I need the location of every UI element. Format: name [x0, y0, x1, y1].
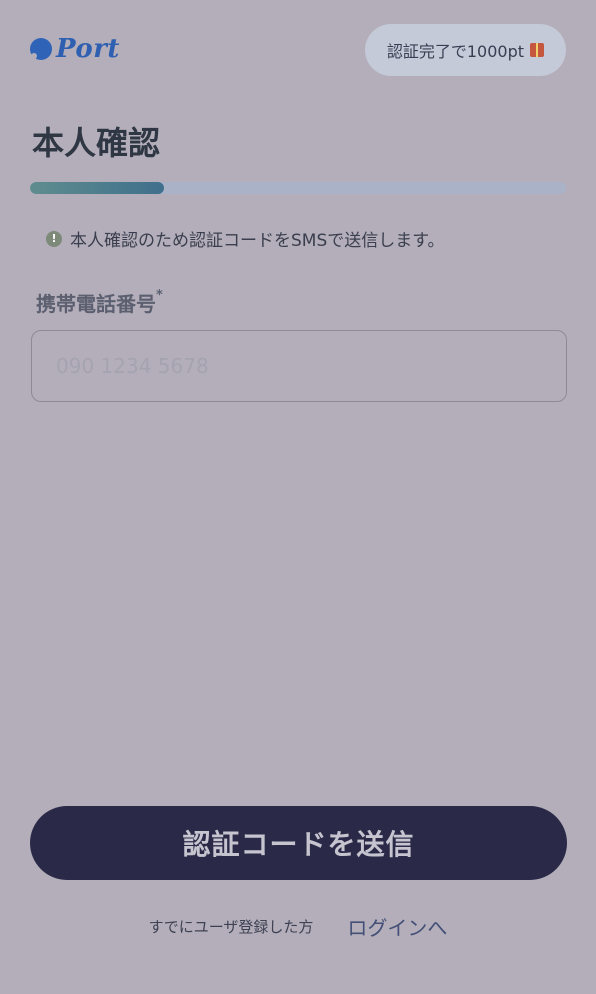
footer: すでにユーザ登録した方 ログインへ [0, 912, 596, 941]
progress-fill [30, 182, 164, 194]
progress-bar [30, 182, 566, 194]
sms-notice: ! 本人確認のため認証コードをSMSで送信します。 [46, 226, 445, 251]
reward-badge: 認証完了で1000pt [364, 24, 566, 76]
info-icon: ! [46, 230, 62, 247]
phone-input[interactable] [31, 330, 567, 402]
already-registered-text: すでにユーザ登録した方 [148, 918, 314, 936]
page-title: 本人確認 [32, 124, 161, 162]
gift-icon [530, 43, 544, 57]
send-code-button[interactable]: 認証コードを送信 [30, 806, 567, 880]
phone-label: 携帯電話番号* [36, 288, 163, 317]
phone-label-text: 携帯電話番号 [36, 292, 156, 316]
logo-text: Port [56, 34, 120, 64]
port-logo: Port [30, 34, 120, 64]
login-link[interactable]: ログインへ [347, 912, 447, 941]
required-mark: * [156, 288, 163, 303]
reward-badge-text: 認証完了で1000pt [386, 42, 524, 61]
port-logo-icon [30, 38, 52, 60]
notice-text: 本人確認のため認証コードをSMSで送信します。 [70, 231, 445, 251]
